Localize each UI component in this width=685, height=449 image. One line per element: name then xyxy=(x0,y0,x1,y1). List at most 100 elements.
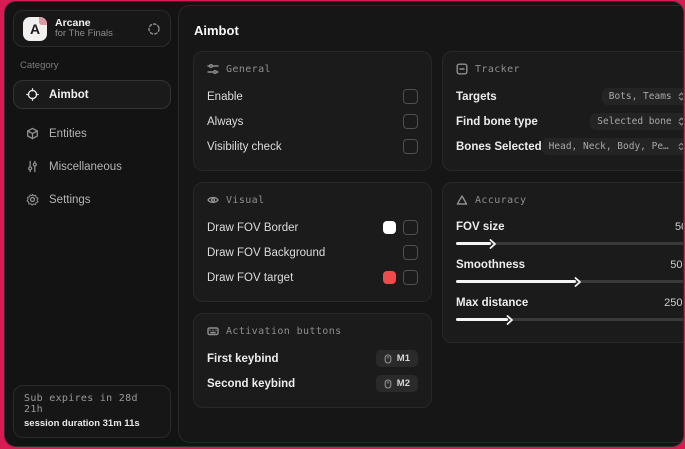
setting-label: First keybind xyxy=(207,352,279,365)
slider-value: 50° xyxy=(675,220,683,233)
card-title-text: General xyxy=(226,63,271,75)
setting-label: Draw FOV Background xyxy=(207,246,326,259)
session-duration-text: session duration 31m 11s xyxy=(24,418,140,429)
sidebar-item-settings[interactable]: Settings xyxy=(13,185,171,214)
brand-subtitle: for The Finals xyxy=(55,28,113,40)
app-window: A Arcane for The Finals Category Aimbot … xyxy=(4,1,684,447)
slider-fill xyxy=(456,314,513,325)
sliders-icon xyxy=(26,160,39,173)
subscription-info-box: Sub expires in 28d 21h session duration … xyxy=(13,385,171,438)
visibility-check-checkbox[interactable] xyxy=(403,139,418,154)
second-keybind-button[interactable]: M2 xyxy=(375,375,418,392)
brand-initial: A xyxy=(29,20,41,37)
setting-row-draw-fov-background: Draw FOV Background xyxy=(207,241,418,264)
general-card-title: General xyxy=(207,63,418,75)
sidebar-item-label: Miscellaneous xyxy=(49,160,122,173)
fov-target-color-swatch[interactable] xyxy=(383,271,396,284)
setting-row-draw-fov-border: Draw FOV Border xyxy=(207,216,418,239)
first-keybind-button[interactable]: M1 xyxy=(375,350,418,367)
setting-row-second-keybind: Second keybind M2 xyxy=(207,372,418,395)
setting-row-draw-fov-target: Draw FOV target xyxy=(207,266,418,289)
mouse-icon xyxy=(384,353,392,364)
always-checkbox[interactable] xyxy=(403,114,418,129)
dropdown-value: Head, Neck, Body, Pe... xyxy=(548,141,673,152)
card-title-text: Accuracy xyxy=(475,194,527,206)
slider-thumb[interactable] xyxy=(489,238,497,250)
activation-card-title: Activation buttons xyxy=(207,325,418,337)
eye-icon xyxy=(207,196,219,204)
find-bone-type-dropdown[interactable]: Selected bone xyxy=(590,113,683,130)
slider-label: Smoothness xyxy=(456,258,526,271)
crosshair-icon xyxy=(26,88,39,101)
smoothness-slider[interactable] xyxy=(456,276,683,287)
general-card: General Enable Always Visibility check xyxy=(193,51,432,171)
triangle-icon xyxy=(456,195,468,205)
brand-logo: A xyxy=(23,16,47,41)
mouse-icon xyxy=(384,378,392,389)
accuracy-card: Accuracy FOV size 50° xyxy=(442,182,683,343)
slider-row-smoothness: Smoothness 50.0 xyxy=(456,254,683,287)
gear-icon xyxy=(26,193,39,206)
max-distance-slider[interactable] xyxy=(456,314,683,325)
bones-selected-dropdown[interactable]: Head, Neck, Body, Pe... xyxy=(541,138,683,155)
slider-fill xyxy=(456,238,497,249)
slider-label: FOV size xyxy=(456,220,505,233)
setting-label: Always xyxy=(207,115,244,128)
sidebar-item-label: Entities xyxy=(49,127,87,140)
slider-fill xyxy=(456,276,582,287)
dropdown-value: Selected bone xyxy=(597,116,672,127)
slider-row-fov-size: FOV size 50° xyxy=(456,216,683,249)
enable-checkbox[interactable] xyxy=(403,89,418,104)
cards-grid: General Enable Always Visibility check V… xyxy=(193,51,683,408)
visual-card: Visual Draw FOV Border Draw FOV Backgrou… xyxy=(193,182,432,302)
card-title-text: Visual xyxy=(226,194,265,206)
slider-thumb[interactable] xyxy=(506,314,514,326)
sidebar-item-miscellaneous[interactable]: Miscellaneous xyxy=(13,152,171,181)
keybind-value: M2 xyxy=(396,378,410,389)
card-title-text: Activation buttons xyxy=(226,325,342,337)
left-column: General Enable Always Visibility check V… xyxy=(193,51,432,408)
keybind-value: M1 xyxy=(396,353,410,364)
brand-header: A Arcane for The Finals xyxy=(13,10,171,47)
setting-label: Second keybind xyxy=(207,377,296,390)
chevron-up-down-icon xyxy=(678,142,683,151)
draw-fov-background-checkbox[interactable] xyxy=(403,245,418,260)
category-label: Category xyxy=(20,60,59,71)
fov-size-slider[interactable] xyxy=(456,238,683,249)
card-title-text: Tracker xyxy=(475,63,520,75)
setting-label: Visibility check xyxy=(207,140,282,153)
sidebar-item-entities[interactable]: Entities xyxy=(13,119,171,148)
right-column: Tracker Targets Bots, Teams Find bone ty… xyxy=(442,51,683,343)
draw-fov-border-checkbox[interactable] xyxy=(403,220,418,235)
fov-border-color-swatch[interactable] xyxy=(383,221,396,234)
setting-label: Bones Selected xyxy=(456,140,542,153)
sidebar-item-aimbot[interactable]: Aimbot xyxy=(13,80,171,109)
slider-value: 50.0 xyxy=(670,258,683,271)
draw-fov-target-checkbox[interactable] xyxy=(403,270,418,285)
setting-label: Draw FOV Border xyxy=(207,221,299,234)
chevron-up-down-icon xyxy=(678,117,683,126)
setting-row-targets: Targets Bots, Teams xyxy=(456,85,683,108)
setting-label: Find bone type xyxy=(456,115,538,128)
page-title: Aimbot xyxy=(194,23,239,38)
targets-dropdown[interactable]: Bots, Teams xyxy=(601,88,683,105)
setting-label: Enable xyxy=(207,90,243,103)
activation-buttons-card: Activation buttons First keybind M1 Seco… xyxy=(193,313,432,408)
slider-row-max-distance: Max distance 250m xyxy=(456,292,683,325)
tracker-card: Tracker Targets Bots, Teams Find bone ty… xyxy=(442,51,683,171)
slider-thumb[interactable] xyxy=(574,276,582,288)
sidebar-item-label: Settings xyxy=(49,193,91,206)
minus-square-icon xyxy=(456,63,468,75)
brand-text: Arcane for The Finals xyxy=(55,17,139,40)
slider-value: 250m xyxy=(664,296,683,309)
mixer-icon xyxy=(207,64,219,74)
keyboard-icon xyxy=(207,327,219,336)
spinner-icon[interactable] xyxy=(147,22,161,36)
chevron-up-down-icon xyxy=(678,92,683,101)
slider-label: Max distance xyxy=(456,296,529,309)
setting-row-always: Always xyxy=(207,110,418,133)
setting-label: Targets xyxy=(456,90,497,103)
setting-row-find-bone-type: Find bone type Selected bone xyxy=(456,110,683,133)
setting-row-visibility-check: Visibility check xyxy=(207,135,418,158)
cube-icon xyxy=(26,127,39,140)
